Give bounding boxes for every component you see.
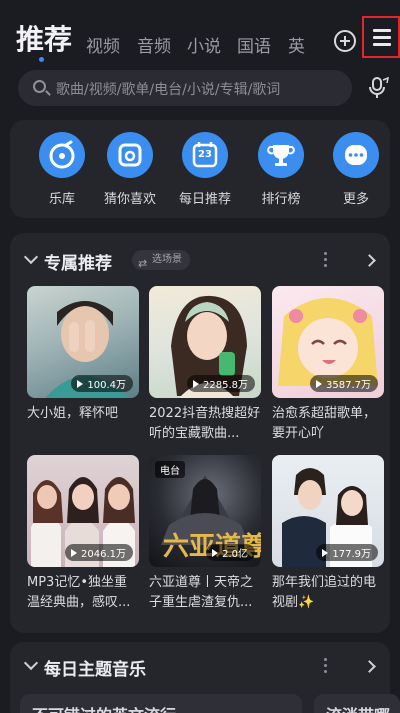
play-count-value: 177.9万 <box>332 549 371 560</box>
section-more-icon[interactable] <box>324 658 328 676</box>
menu-button[interactable] <box>362 16 400 58</box>
play-count: 177.9万 <box>316 544 378 561</box>
theme-card-title: 不可错过的英文流行 <box>32 702 176 713</box>
section-title: 每日主题音乐 <box>44 660 146 680</box>
theme-card-title: 流淌带哪 <box>326 702 390 713</box>
quick-circle <box>258 132 304 178</box>
playlist-card[interactable]: 3587.7万 治愈系超甜歌单，要开心吖 <box>272 286 384 444</box>
theme-card[interactable]: 流淌带哪 <box>314 694 400 713</box>
tab-audio[interactable]: 音频 <box>137 32 171 57</box>
search-bar[interactable]: 歌曲/视频/歌单/电台/小说/专辑/歌词 <box>18 70 352 106</box>
play-count: 100.4万 <box>71 375 133 392</box>
tab-video[interactable]: 视频 <box>86 32 120 57</box>
calendar-day: 23 <box>198 149 212 160</box>
quick-circle <box>333 132 379 178</box>
play-count-value: 2046.1万 <box>81 549 126 560</box>
play-count: 2.0亿 <box>206 544 255 561</box>
play-icon <box>71 549 77 557</box>
play-count-value: 2285.8万 <box>203 380 248 391</box>
play-count: 3587.7万 <box>310 375 378 392</box>
quick-circle <box>39 132 85 178</box>
tab-fade-overlay <box>300 24 330 58</box>
play-count-value: 3587.7万 <box>326 380 371 391</box>
playlist-title: 六亚道尊丨天帝之子重生虐渣复仇... <box>149 575 254 610</box>
top-nav: 推荐 视频 音频 小说 国语 英 <box>0 0 400 64</box>
play-icon <box>316 380 322 388</box>
playlist-title: 大小姐，释怀吧 <box>27 406 119 421</box>
theme-card[interactable]: 不可错过的英文流行 <box>20 694 302 713</box>
playlist-card[interactable]: 2046.1万 MP3记忆•独坐重温经典曲，感叹... <box>27 455 139 613</box>
playlist-cover: 2285.8万 <box>149 286 261 398</box>
more-icon <box>345 145 367 165</box>
play-count-value: 100.4万 <box>87 380 126 391</box>
playlist-card[interactable]: 六亚道尊 电台 2.0亿 六亚道尊丨天帝之子重生虐渣复仇... <box>149 455 261 613</box>
tab-novel[interactable]: 小说 <box>187 32 221 57</box>
tab-recommend[interactable]: 推荐 <box>16 18 72 58</box>
quick-item-library[interactable]: 乐库 <box>27 132 97 207</box>
quick-item-more[interactable]: 更多 <box>321 132 391 207</box>
tab-mandarin[interactable]: 国语 <box>237 32 271 57</box>
quick-label: 更多 <box>342 192 369 207</box>
quick-label: 排行榜 <box>261 192 301 207</box>
playlist-cover: 2046.1万 <box>27 455 139 567</box>
quick-label: 乐库 <box>48 192 75 207</box>
menu-icon-line <box>373 36 391 39</box>
playlist-cover: 177.9万 <box>272 455 384 567</box>
scene-button[interactable]: ⇄ 选场景 <box>132 250 190 270</box>
quick-circle <box>107 132 153 178</box>
play-count: 2046.1万 <box>65 544 133 561</box>
section-title: 专属推荐 <box>44 254 112 274</box>
play-icon <box>193 380 199 388</box>
menu-icon-line <box>373 29 391 32</box>
trophy-icon <box>267 145 295 166</box>
playlist-cover: 六亚道尊 电台 2.0亿 <box>149 455 261 567</box>
quick-item-daily[interactable]: 23 每日推荐 <box>170 132 240 207</box>
swap-icon: ⇄ <box>138 257 148 270</box>
radio-tag: 电台 <box>155 461 185 478</box>
play-icon <box>212 549 219 557</box>
playlist-card[interactable]: 100.4万 大小姐，释怀吧 <box>27 286 139 444</box>
guess-like-icon <box>118 143 142 167</box>
search-placeholder: 歌曲/视频/歌单/电台/小说/专辑/歌词 <box>56 82 281 98</box>
playlist-card[interactable]: 177.9万 那年我们追过的电视剧✨ <box>272 455 384 613</box>
playlist-card[interactable]: 2285.8万 2022抖音热搜超好听的宝藏歌曲... <box>149 286 261 444</box>
scene-button-label: 选场景 <box>152 254 182 265</box>
quick-item-guess-like[interactable]: 猜你喜欢 <box>95 132 165 207</box>
quick-label: 猜你喜欢 <box>103 192 156 207</box>
quick-item-charts[interactable]: 排行榜 <box>246 132 316 207</box>
playlist-title: 治愈系超甜歌单，要开心吖 <box>272 406 377 441</box>
quick-label: 每日推荐 <box>178 192 231 207</box>
playlist-title: 那年我们追过的电视剧✨ <box>272 575 377 610</box>
search-icon <box>33 80 46 93</box>
voice-search-icon[interactable] <box>369 77 389 99</box>
menu-icon-line <box>373 43 391 46</box>
playlist-cover: 3587.7万 <box>272 286 384 398</box>
play-icon <box>322 549 329 557</box>
quick-circle: 23 <box>182 132 228 178</box>
play-count-value: 2.0亿 <box>222 549 248 560</box>
playlist-title: 2022抖音热搜超好听的宝藏歌曲... <box>149 406 261 441</box>
play-count: 2285.8万 <box>187 375 255 392</box>
playlist-title: MP3记忆•独坐重温经典曲，感叹... <box>27 575 131 610</box>
play-icon <box>77 380 84 388</box>
active-tab-indicator <box>39 57 44 62</box>
add-circle-icon[interactable] <box>334 30 356 52</box>
playlist-cover: 100.4万 <box>27 286 139 398</box>
section-more-icon[interactable] <box>324 252 328 270</box>
music-library-icon <box>49 140 75 169</box>
